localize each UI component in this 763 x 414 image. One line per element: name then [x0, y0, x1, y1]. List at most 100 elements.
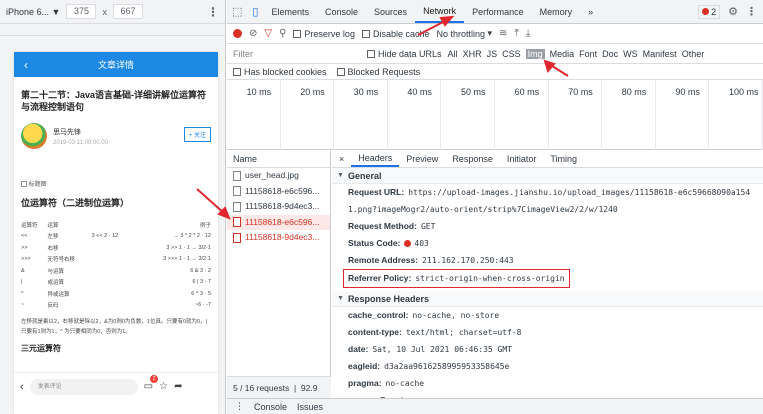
filter-input[interactable]: Filter: [233, 47, 361, 61]
throttling-select[interactable]: No throttling ▾: [436, 28, 492, 39]
close-detail-icon[interactable]: ×: [332, 150, 351, 167]
general-section-toggle[interactable]: ▼ General: [332, 168, 763, 184]
tab-console[interactable]: Console: [317, 0, 366, 23]
timeline-tick-label: 60 ms: [514, 87, 540, 97]
response-headers-toggle[interactable]: ▼ Response Headers: [332, 291, 763, 307]
type-ws[interactable]: WS: [623, 49, 638, 59]
operator-table-cell: 左移: [47, 234, 59, 241]
hide-data-urls-checkbox[interactable]: Hide data URLs: [367, 49, 442, 59]
operator-table-cell: 3 >>> 1 · 1 → 3/2·1: [163, 256, 211, 263]
tab-memory[interactable]: Memory: [532, 0, 581, 23]
request-row[interactable]: 11158618-e6c596...: [227, 214, 330, 230]
hide-data-urls-label: Hide data URLs: [378, 48, 442, 59]
operator-table-cell: 右移: [47, 245, 59, 252]
device-toggle-icon[interactable]: ▯: [247, 0, 263, 23]
device-model-label: iPhone 6...: [6, 6, 50, 17]
tab-preview[interactable]: Preview: [399, 150, 445, 167]
type-css[interactable]: CSS: [502, 49, 521, 59]
back-icon[interactable]: ‹: [24, 58, 28, 72]
search-icon[interactable]: ⚲: [279, 28, 286, 39]
type-js[interactable]: JS: [487, 49, 498, 59]
back-arrow-icon[interactable]: ‹: [20, 381, 24, 393]
wifi-icon[interactable]: ≋: [499, 28, 507, 39]
request-row[interactable]: 11158618-9d4ec3...: [227, 199, 330, 215]
export-icon[interactable]: ⤓: [526, 28, 530, 39]
status-code-value: 403: [414, 239, 429, 248]
record-icon[interactable]: [233, 29, 242, 38]
devtools-more-icon[interactable]: ⋮: [746, 5, 757, 18]
drawer-tab-issues[interactable]: Issues: [297, 402, 323, 412]
device-more-icon[interactable]: ⋮: [207, 5, 219, 19]
request-url-value-cont: 1.png?imageMogr2/auto-orient/strip%7Cima…: [348, 205, 618, 214]
operator-table-cell: 6 ^ 3 · 5: [191, 290, 211, 297]
status-error-icon: [404, 240, 412, 248]
has-blocked-cookies-checkbox[interactable]: Has blocked cookies: [233, 67, 327, 77]
type-all[interactable]: All: [448, 49, 458, 59]
phone-viewport: ‹ 文章详情 第二十二节：Java语言基础-详细讲解位运算符与流程控制语句 思马…: [14, 52, 218, 414]
blocked-requests-box[interactable]: [336, 67, 345, 76]
device-width-input[interactable]: 375: [66, 4, 97, 19]
type-doc[interactable]: Doc: [602, 49, 618, 59]
response-header-key: eagleid:: [348, 361, 381, 371]
disable-cache-checkbox[interactable]: Disable cache: [361, 29, 429, 39]
operator-table-cell: → 3 * 2 * 2 · 12: [173, 233, 211, 240]
tab-timing[interactable]: Timing: [543, 150, 584, 167]
remote-address-row: Remote Address: 211.162.170.250:443: [332, 252, 763, 269]
tab-network[interactable]: Network: [415, 0, 465, 23]
type-img[interactable]: Img: [525, 48, 545, 59]
comment-icon[interactable]: ▭ 2: [144, 375, 159, 392]
hide-data-urls-box[interactable]: [367, 49, 375, 58]
tab-sources[interactable]: Sources: [366, 0, 415, 23]
request-rows: user_head.jpg 11158618-e6c596... 11158618-…: [227, 168, 330, 246]
settings-gear-icon[interactable]: ⚙: [728, 5, 738, 18]
network-timeline-overview[interactable]: 10 ms 20 ms 30 ms 40 ms 50 ms 60 ms 70 ms 80 ms…: [227, 80, 763, 150]
has-blocked-cookies-box[interactable]: [233, 67, 241, 76]
clear-icon[interactable]: ⊘: [249, 28, 257, 39]
comment-input[interactable]: 发表评论: [29, 378, 138, 395]
file-icon: [233, 217, 241, 228]
tab-response[interactable]: Response: [445, 150, 500, 167]
request-list-header[interactable]: Name: [227, 150, 330, 168]
drawer-tab-console[interactable]: Console: [254, 402, 287, 412]
throttling-label: No throttling: [436, 28, 486, 39]
inspect-icon[interactable]: ⬚: [227, 0, 247, 23]
general-section-label: General: [347, 170, 382, 181]
type-font[interactable]: Font: [579, 49, 597, 59]
operator-table-cell: 反码: [47, 303, 59, 310]
console-drawer-bar: ⋮ Console Issues: [227, 398, 763, 414]
filter-icon[interactable]: ▽: [264, 28, 272, 39]
operator-table-cell: [92, 300, 135, 312]
disable-cache-box[interactable]: [361, 29, 370, 38]
request-row[interactable]: user_head.jpg: [227, 168, 330, 184]
follow-button[interactable]: + 关注: [183, 127, 211, 142]
type-manifest[interactable]: Manifest: [643, 49, 677, 59]
star-icon[interactable]: ☆: [159, 381, 168, 392]
device-select[interactable]: iPhone 6... ▼: [6, 7, 60, 17]
type-other[interactable]: Other: [682, 49, 705, 59]
tab-performance[interactable]: Performance: [464, 0, 532, 23]
request-row[interactable]: 11158618-9d4ec3...: [227, 230, 330, 246]
preserve-log-checkbox[interactable]: Preserve log: [293, 29, 355, 39]
type-xhr[interactable]: XHR: [463, 49, 482, 59]
tab-initiator[interactable]: Initiator: [500, 150, 544, 167]
devtools-tabbar: ⬚ ▯ Elements Console Sources Network Per…: [227, 0, 763, 24]
comment-count-badge: 2: [150, 375, 159, 383]
drawer-more-icon[interactable]: ⋮: [235, 401, 244, 412]
import-icon[interactable]: ⤒: [514, 28, 518, 39]
author-name[interactable]: 思马先锋: [53, 127, 108, 137]
operator-table-cell: [92, 254, 135, 266]
tab-headers[interactable]: Headers: [351, 150, 400, 167]
type-media[interactable]: Media: [550, 49, 575, 59]
request-detail: × Headers Preview Response Initiator Tim…: [332, 150, 763, 398]
blocked-requests-checkbox[interactable]: Blocked Requests: [336, 67, 420, 77]
tab-elements[interactable]: Elements: [263, 0, 317, 23]
operator-table-row: << 左移 3 << 2 · 12 → 3 * 2 * 2 · 12: [21, 231, 211, 243]
share-icon[interactable]: ➦: [174, 381, 182, 392]
error-counter[interactable]: 2: [698, 4, 721, 19]
preserve-log-label: Preserve log: [304, 28, 355, 39]
preserve-log-box[interactable]: [293, 29, 302, 38]
device-height-input[interactable]: 667: [112, 4, 143, 19]
avatar[interactable]: [21, 123, 47, 149]
more-tabs-icon[interactable]: »: [580, 0, 601, 23]
request-row[interactable]: 11158618-e6c596...: [227, 184, 330, 200]
